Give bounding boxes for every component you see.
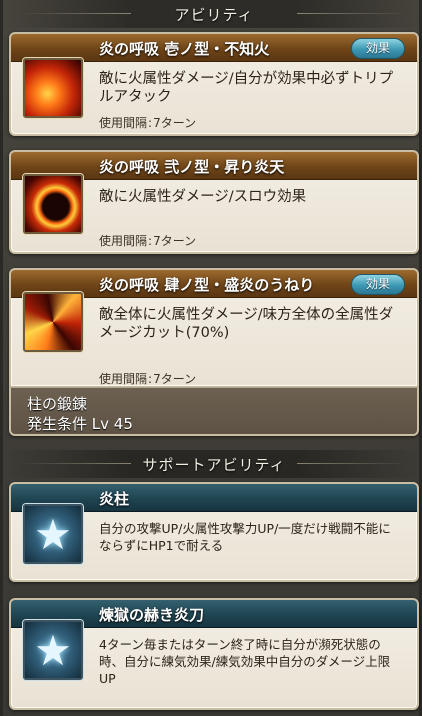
support-name: 煉獄の赫き炎刀	[99, 606, 205, 624]
star-icon: ★	[23, 504, 83, 564]
cooldown-separator: :	[148, 372, 153, 386]
trait-panel: 柱の鍛錬 発生条件 Lv 45	[9, 388, 419, 436]
support-card-1[interactable]: 炎柱 ★ 自分の攻撃UP/火属性攻撃力UP/一度だけ戦闘不能にならずにHP1で耐…	[9, 482, 419, 582]
ability-cooldown: 使用間隔:7ターン	[99, 114, 196, 131]
ability-card-3[interactable]: 炎の呼吸 肆ノ型・盛炎のうねり 効果 敵全体に火属性ダメージ/味方全体の全属性ダ…	[9, 268, 419, 388]
abilities-header-label: アビリティ	[174, 5, 254, 24]
cooldown-label: 使用間隔	[99, 116, 148, 130]
ability-panel: アビリティ 炎の呼吸 壱ノ型・不知火 効果 敵に火属性ダメージ/自分が効果中必ず…	[0, 0, 422, 716]
effect-badge-button[interactable]: 効果	[351, 274, 405, 295]
ability-card-1[interactable]: 炎の呼吸 壱ノ型・不知火 効果 敵に火属性ダメージ/自分が効果中必ずトリプルアタ…	[9, 32, 419, 136]
support-header-label: サポートアビリティ	[142, 455, 286, 474]
support-card-2[interactable]: 煉獄の赫き炎刀 ★ 4ターン毎またはターン終了時に自分が瀕死状態の時、自分に練気…	[9, 598, 419, 710]
support-name: 炎柱	[99, 490, 130, 508]
star-icon: ★	[23, 620, 83, 680]
cooldown-label: 使用間隔	[99, 372, 148, 386]
effect-badge-button[interactable]: 効果	[351, 38, 405, 59]
cooldown-label: 使用間隔	[99, 234, 148, 248]
ability-cooldown: 使用間隔:7ターン	[99, 370, 197, 386]
trait-condition: 発生条件 Lv 45	[27, 415, 133, 433]
support-description: 4ターン毎またはターン終了時に自分が瀕死状態の時、自分に練気効果/練気効果中自分…	[99, 637, 391, 686]
cooldown-value: 7ターン	[153, 116, 197, 130]
cooldown-separator: :	[148, 234, 153, 248]
ability-name: 炎の呼吸 肆ノ型・盛炎のうねり	[99, 276, 315, 294]
ability-name: 炎の呼吸 壱ノ型・不知火	[99, 40, 270, 58]
ability-card-2[interactable]: 炎の呼吸 弐ノ型・昇り炎天 敵に火属性ダメージ/スロウ効果 使用間隔:7ターン	[9, 150, 419, 254]
cooldown-value: 7ターン	[153, 234, 197, 248]
support-section-header: サポートアビリティ	[3, 450, 422, 478]
support-description: 自分の攻撃UP/火属性攻撃力UP/一度だけ戦闘不能にならずにHP1で耐える	[99, 521, 391, 553]
cooldown-value: 7ターン	[153, 372, 197, 386]
ability-cooldown: 使用間隔:7ターン	[99, 232, 196, 249]
flame-slash-icon	[23, 58, 83, 118]
ability-description: 敵全体に火属性ダメージ/味方全体の全属性ダメージカット(70%)	[99, 307, 394, 341]
cooldown-separator: :	[148, 116, 153, 130]
ability-name: 炎の呼吸 弐ノ型・昇り炎天	[99, 158, 285, 176]
flame-arc-icon	[23, 174, 83, 234]
ability-description: 敵に火属性ダメージ/スロウ効果	[99, 189, 307, 205]
abilities-section-header: アビリティ	[3, 0, 422, 28]
ability-description: 敵に火属性ダメージ/自分が効果中必ずトリプルアタック	[99, 71, 394, 105]
trait-name: 柱の鍛錬	[27, 395, 88, 413]
flame-vortex-icon	[23, 292, 83, 352]
